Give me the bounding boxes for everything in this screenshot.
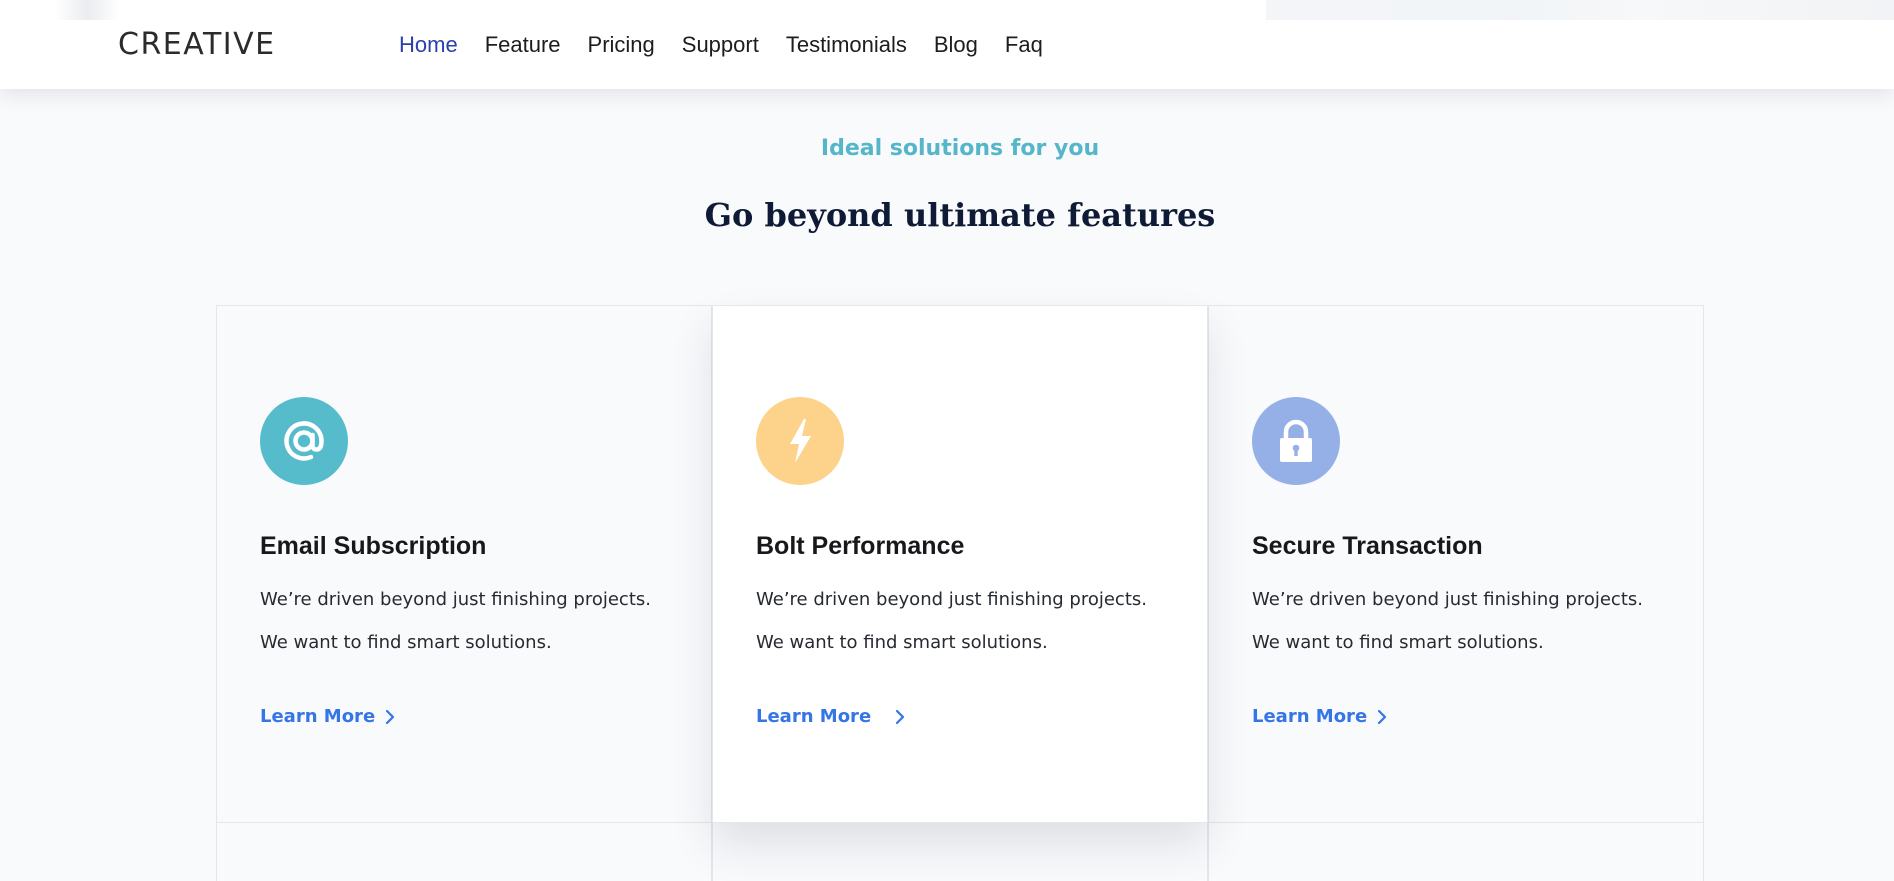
learn-more-link[interactable]: Learn More <box>1252 706 1387 727</box>
nav-item-blog[interactable]: Blog <box>934 32 978 58</box>
chevron-right-icon <box>1378 709 1387 724</box>
feature-card-row2-1 <box>216 822 712 881</box>
card-description: We’re driven beyond just finishing proje… <box>1252 589 1643 653</box>
nav-item-feature[interactable]: Feature <box>485 32 561 58</box>
nav-item-testimonials[interactable]: Testimonials <box>786 32 907 58</box>
nav-item-pricing[interactable]: Pricing <box>588 32 655 58</box>
learn-more-label: Learn More <box>756 706 872 727</box>
nav-item-home[interactable]: Home <box>399 32 458 58</box>
learn-more-link[interactable]: Learn More <box>260 706 395 727</box>
site-logo[interactable]: CREATIVE <box>118 26 276 62</box>
feature-card-secure: Secure Transaction We’re driven beyond j… <box>1208 305 1704 823</box>
site-header: CREATIVE Home Feature Pricing Support Te… <box>0 0 1894 89</box>
learn-more-label: Learn More <box>1252 706 1368 727</box>
bolt-icon <box>790 419 811 463</box>
logo-text: CREATIVE <box>118 26 276 62</box>
learn-more-label: Learn More <box>260 706 376 727</box>
feature-cards: Email Subscription We’re driven beyond j… <box>216 305 1704 881</box>
card-description: We’re driven beyond just finishing proje… <box>756 589 1147 653</box>
card-title: Bolt Performance <box>756 532 965 560</box>
at-sign-icon-badge <box>260 397 348 485</box>
card-title: Secure Transaction <box>1252 532 1483 560</box>
header-decoration-right <box>1266 0 1894 20</box>
section-headline: Go beyond ultimate features <box>704 196 1216 234</box>
main-nav: Home Feature Pricing Support Testimonial… <box>399 28 1043 62</box>
section-eyebrow: Ideal solutions for you <box>820 136 1100 161</box>
lock-icon <box>1280 419 1312 462</box>
bolt-icon-badge <box>756 397 844 485</box>
nav-item-faq[interactable]: Faq <box>1005 32 1043 58</box>
chevron-right-icon <box>896 709 905 724</box>
card-title: Email Subscription <box>260 532 487 560</box>
card-description: We’re driven beyond just finishing proje… <box>260 589 651 653</box>
chevron-right-icon <box>386 709 395 724</box>
lock-icon-badge <box>1252 397 1340 485</box>
learn-more-link[interactable]: Learn More <box>756 706 907 727</box>
feature-card-bolt: Bolt Performance We’re driven beyond jus… <box>712 305 1208 823</box>
at-sign-icon <box>284 421 324 461</box>
header-decoration-left <box>55 0 120 20</box>
nav-item-support[interactable]: Support <box>682 32 759 58</box>
feature-card-row2-3 <box>1208 822 1704 881</box>
feature-card-row2-2 <box>712 822 1208 881</box>
feature-card-email: Email Subscription We’re driven beyond j… <box>216 305 712 823</box>
